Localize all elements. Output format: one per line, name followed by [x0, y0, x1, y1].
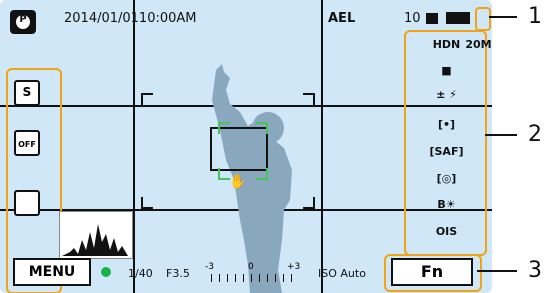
off-mode-button[interactable]: OFF: [14, 130, 40, 156]
shooting-mode-icon[interactable]: P: [10, 10, 36, 34]
iso-setting: ISO Auto: [318, 267, 366, 280]
ev-zero-label: 0: [248, 262, 254, 272]
aperture: F3.5: [166, 267, 190, 280]
callout-1: 1: [528, 4, 542, 29]
shutter-speed: 1/40: [128, 267, 153, 280]
ois-icon[interactable]: OIS: [414, 225, 479, 238]
callout-2: 2: [528, 122, 542, 147]
focus-frame-corner: [303, 93, 315, 105]
wb-icon[interactable]: B☀: [414, 198, 479, 211]
grid-line: [133, 0, 135, 293]
datetime: 2014/01/0110:00AM: [64, 11, 197, 26]
ael-indicator: AEL: [328, 11, 356, 26]
shots-remaining: 10: [404, 11, 421, 26]
exposure-scale: -3 0 +3: [205, 262, 300, 282]
subject-silhouette: [212, 64, 292, 293]
smart-shutter-icon: S: [22, 85, 32, 99]
smart-shutter-button[interactable]: S: [14, 80, 40, 106]
shake-warning-icon: ✋: [229, 174, 247, 190]
off-mode-icon: OFF: [18, 140, 36, 149]
battery-icon: [446, 12, 470, 24]
af-corner: [256, 122, 268, 134]
menu-button[interactable]: MENU: [13, 258, 91, 286]
histogram: [59, 211, 133, 259]
battery-highlight: [475, 7, 491, 31]
metering-icon[interactable]: [•]: [414, 118, 479, 131]
touch-af-button[interactable]: [14, 190, 40, 216]
camera-screen: P 2014/01/0110:00AM AEL 10 S OFF MENU 1/…: [0, 0, 492, 293]
flash-ev-icon[interactable]: ± ⚡: [414, 88, 479, 101]
callout-line-2: [485, 134, 517, 136]
focus-frame-corner: [303, 197, 315, 209]
callout-line-1: [489, 16, 517, 18]
af-corner: [256, 168, 268, 180]
resolution-icon[interactable]: 20M: [446, 38, 492, 51]
fn-button[interactable]: Fn: [391, 258, 473, 286]
focus-frame-corner: [141, 197, 153, 209]
af-corner: [218, 122, 230, 134]
ev-max-label: +3: [287, 262, 301, 272]
callout-line-3: [477, 270, 517, 272]
focus-frame-corner: [141, 93, 153, 105]
memory-card-icon: [426, 13, 438, 24]
saf-icon[interactable]: [SAF]: [414, 145, 479, 158]
ratio-icon[interactable]: ■: [414, 64, 479, 77]
focus-indicator: [101, 267, 111, 277]
callout-3: 3: [528, 258, 542, 283]
grid-line: [321, 0, 323, 293]
af-area-icon[interactable]: [◎]: [414, 172, 479, 185]
ev-min-label: -3: [205, 262, 214, 272]
